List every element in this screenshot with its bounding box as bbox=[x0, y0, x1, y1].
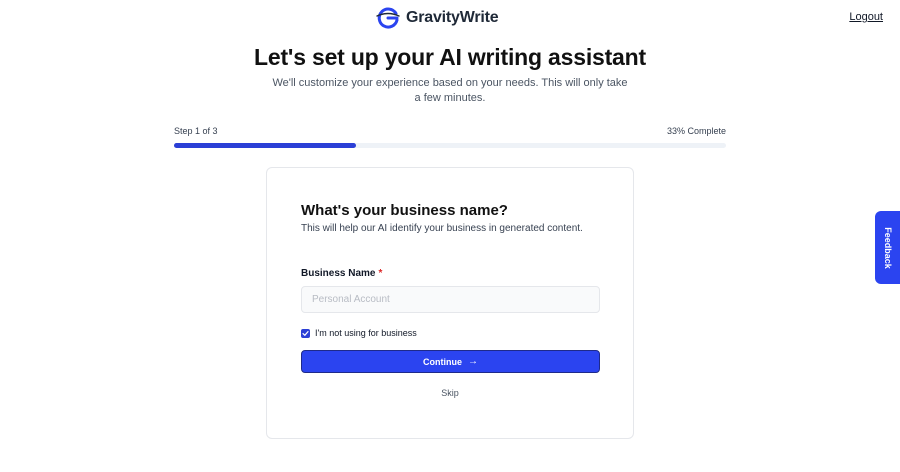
business-name-label: Business Name * bbox=[301, 268, 382, 279]
card-description: This will help our AI identify your busi… bbox=[301, 223, 583, 234]
step-indicator: Step 1 of 3 bbox=[174, 126, 218, 136]
page-title: Let's set up your AI writing assistant bbox=[254, 44, 646, 70]
feedback-label: Feedback bbox=[882, 226, 893, 269]
checkmark-icon bbox=[302, 330, 309, 336]
progress-bar bbox=[174, 143, 726, 148]
gravitywrite-logo-icon bbox=[376, 7, 400, 29]
continue-button[interactable]: Continue → bbox=[301, 350, 600, 373]
business-name-input[interactable] bbox=[301, 286, 600, 313]
brand-name: GravityWrite bbox=[406, 9, 499, 26]
arrow-right-icon: → bbox=[468, 356, 478, 367]
not-business-checkbox-label: I'm not using for business bbox=[315, 328, 417, 338]
logout-link[interactable]: Logout bbox=[849, 11, 883, 23]
business-name-label-text: Business Name bbox=[301, 268, 376, 279]
feedback-tab[interactable]: Feedback bbox=[875, 211, 900, 284]
skip-link[interactable]: Skip bbox=[267, 388, 633, 398]
top-header: GravityWrite Logout bbox=[0, 0, 900, 36]
continue-button-label: Continue bbox=[423, 356, 462, 367]
progress-percent: 33% Complete bbox=[666, 126, 726, 136]
progress-bar-fill bbox=[174, 143, 357, 148]
business-name-card: What's your business name? This will hel… bbox=[266, 167, 634, 439]
page-subtitle: We'll customize your experience based on… bbox=[272, 77, 628, 104]
not-business-checkbox-row[interactable]: I'm not using for business bbox=[301, 328, 417, 338]
required-asterisk: * bbox=[378, 268, 383, 279]
not-business-checkbox[interactable] bbox=[301, 328, 310, 338]
card-title: What's your business name? bbox=[301, 202, 508, 219]
brand-logo[interactable]: GravityWrite bbox=[376, 7, 499, 29]
